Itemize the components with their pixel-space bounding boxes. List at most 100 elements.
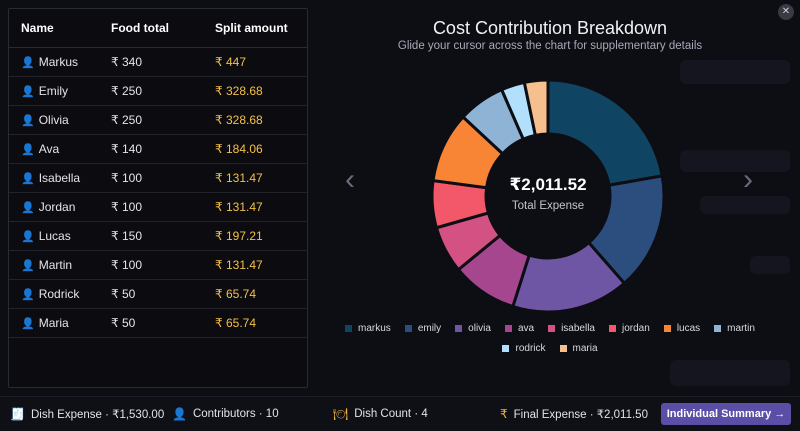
rupee-icon: ₹ — [500, 407, 508, 421]
dish-count-text: Dish Count · 4 — [354, 408, 428, 420]
legend-item-lucas[interactable]: lucas — [663, 323, 701, 334]
close-icon: ✕ — [781, 6, 791, 17]
table-row: 👤 Maria ₹ 50 ₹ 65.74 — [9, 308, 307, 338]
food-total-cell: ₹ 140 — [99, 134, 203, 164]
person-name-cell: 👤 Ava — [9, 134, 99, 164]
legend-swatch — [714, 325, 722, 332]
header-name: Name — [9, 9, 99, 48]
table-row: 👤 Isabella ₹ 100 ₹ 131.47 — [9, 163, 307, 193]
header-split-amount: Split amount — [203, 9, 307, 48]
split-amount-cell: ₹ 184.06 — [203, 134, 307, 164]
split-amount-cell: ₹ 65.74 — [203, 308, 307, 338]
final-expense-stat: ₹ Final Expense · ₹2,011.50 — [500, 407, 648, 421]
person-name-cell: 👤 Rodrick — [9, 279, 99, 309]
person-name: Emily — [38, 84, 69, 98]
legend-label: martin — [727, 323, 755, 334]
split-amount-cell: ₹ 197.21 — [203, 221, 307, 251]
chart-subtitle: Glide your cursor across the chart for s… — [397, 40, 703, 52]
legend-label: olivia — [468, 323, 491, 334]
split-amount-cell: ₹ 131.47 — [203, 163, 307, 193]
legend-label: emily — [417, 323, 442, 334]
legend-item-olivia[interactable]: olivia — [455, 323, 491, 334]
person-name-cell: 👤 Markus — [9, 47, 99, 77]
legend-label: isabella — [561, 323, 595, 334]
person-name-cell: 👤 Lucas — [9, 221, 99, 251]
split-amount-cell: ₹ 328.68 — [203, 76, 307, 106]
close-button[interactable]: ✕ — [778, 4, 794, 20]
person-name: Markus — [38, 55, 79, 69]
donut-chart[interactable]: ₹2,011.52 Total Expense — [430, 78, 666, 314]
final-expense-text: Final Expense · ₹2,011.50 — [513, 409, 648, 421]
legend-item-isabella[interactable]: isabella — [548, 323, 595, 334]
person-name-cell: 👤 Olivia — [9, 105, 99, 135]
split-amount-cell: ₹ 131.47 — [203, 250, 307, 280]
summary-footer: 🧾 Dish Expense · ₹1,530.00 👤 Contributor… — [0, 396, 800, 431]
user-icon: 👤 — [21, 57, 35, 69]
person-name: Lucas — [38, 229, 71, 243]
legend-item-maria[interactable]: maria — [559, 343, 598, 354]
prev-chart-button[interactable]: ‹ — [338, 160, 362, 200]
dish-count-stat: 🍽 Dish Count · 4 — [333, 407, 428, 421]
chevron-right-icon: › — [743, 163, 753, 196]
table-row: 👤 Lucas ₹ 150 ₹ 197.21 — [9, 221, 307, 251]
split-amount-cell: ₹ 131.47 — [203, 192, 307, 222]
user-icon: 👤 — [21, 86, 35, 98]
legend-item-ava[interactable]: ava — [504, 323, 535, 334]
legend-label: rodrick — [515, 343, 546, 354]
person-name: Maria — [38, 316, 69, 330]
legend-swatch — [548, 325, 556, 332]
user-icon: 👤 — [21, 260, 35, 272]
next-chart-button[interactable]: › — [736, 160, 760, 200]
dish-cloche-icon: 🍽 — [333, 407, 349, 421]
person-name: Ava — [38, 142, 60, 156]
split-table: Name Food total Split amount 👤 Markus ₹ 34… — [9, 9, 307, 338]
table-row: 👤 Jordan ₹ 100 ₹ 131.47 — [9, 192, 307, 222]
legend-item-martin[interactable]: martin — [714, 323, 755, 334]
user-icon: 👤 — [21, 144, 35, 156]
header-food-total: Food total — [99, 9, 203, 48]
table-row: 👤 Ava ₹ 140 ₹ 184.06 — [9, 134, 307, 164]
slice-markus[interactable] — [546, 78, 664, 187]
table-row: 👤 Martin ₹ 100 ₹ 131.47 — [9, 250, 307, 280]
legend-item-jordan[interactable]: jordan — [609, 323, 650, 334]
legend-item-rodrick[interactable]: rodrick — [502, 343, 546, 354]
food-total-cell: ₹ 100 — [99, 163, 203, 193]
user-icon: 👤 — [172, 407, 187, 421]
legend-label: ava — [517, 323, 535, 334]
person-name: Rodrick — [38, 287, 80, 301]
chart-legend: markus emily olivia ava isabella jordan lucas m… — [330, 323, 770, 354]
split-amount-cell: ₹ 447 — [203, 47, 307, 77]
legend-swatch — [559, 345, 567, 352]
receipt-icon: 🧾 — [10, 407, 25, 421]
legend-swatch — [404, 325, 412, 332]
contributors-text: Contributors · 10 — [192, 408, 279, 420]
person-name-cell: 👤 Isabella — [9, 163, 99, 193]
total-expense-label: Total Expense — [512, 200, 584, 212]
legend-item-emily[interactable]: emily — [404, 323, 442, 334]
legend-swatch — [609, 325, 616, 332]
dish-expense-text: Dish Expense · ₹1,530.00 — [30, 409, 165, 421]
food-total-cell: ₹ 250 — [99, 76, 203, 106]
person-name: Isabella — [38, 171, 81, 185]
table-row: 👤 Rodrick ₹ 50 ₹ 65.74 — [9, 279, 307, 309]
legend-label: lucas — [676, 323, 701, 334]
split-amount-cell: ₹ 328.68 — [203, 105, 307, 135]
chevron-left-icon: ‹ — [345, 163, 355, 196]
legend-item-markus[interactable]: markus — [345, 323, 391, 334]
food-total-cell: ₹ 340 — [99, 47, 203, 77]
food-total-cell: ₹ 50 — [99, 308, 203, 338]
contributors-stat: 👤 Contributors · 10 — [172, 407, 279, 421]
legend-swatch — [504, 325, 512, 332]
person-name: Olivia — [38, 113, 69, 127]
legend-label: jordan — [622, 323, 650, 334]
user-icon: 👤 — [21, 318, 35, 330]
individual-summary-button[interactable]: Individual Summary → — [661, 403, 791, 425]
food-total-cell: ₹ 150 — [99, 221, 203, 251]
table-header-row: Name Food total Split amount — [9, 9, 307, 48]
food-total-cell: ₹ 100 — [99, 250, 203, 280]
user-icon: 👤 — [21, 231, 35, 243]
legend-swatch — [455, 325, 463, 332]
user-icon: 👤 — [21, 173, 35, 185]
food-total-cell: ₹ 250 — [99, 105, 203, 135]
table-row: 👤 Olivia ₹ 250 ₹ 328.68 — [9, 105, 307, 135]
